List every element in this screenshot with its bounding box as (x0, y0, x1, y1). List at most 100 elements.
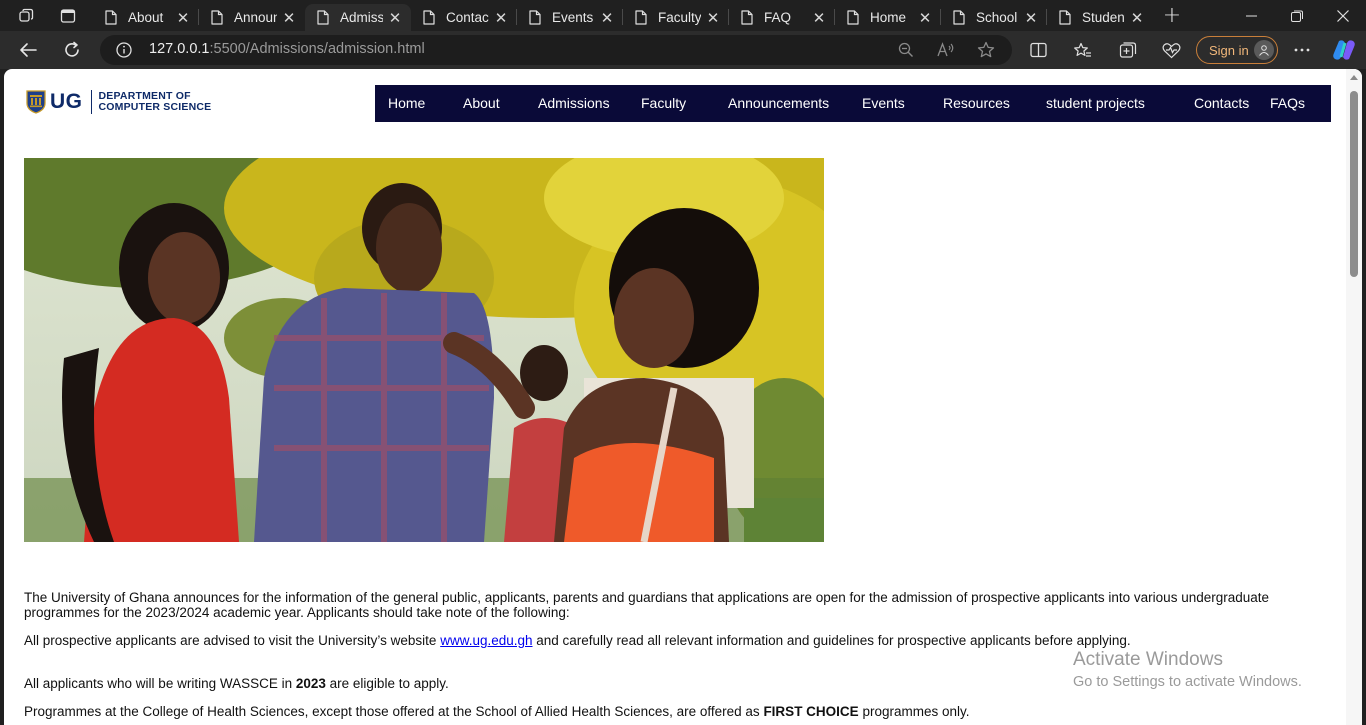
activate-windows-title: Activate Windows (1073, 649, 1223, 670)
tab-label: FAQ (764, 10, 792, 25)
page-icon (105, 10, 117, 25)
browser-tab[interactable]: Contact ✕ (411, 4, 517, 31)
page-icon (211, 10, 223, 25)
tab-separator (622, 9, 623, 25)
page-icon (1059, 10, 1071, 25)
nav-link-announcements[interactable]: Announcements (728, 95, 829, 111)
scroll-up-arrow-icon[interactable] (1350, 75, 1358, 80)
url-text[interactable]: 127.0.0.1:5500/Admissions/admission.html (149, 41, 425, 57)
nav-link-faqs[interactable]: FAQs (1270, 95, 1305, 111)
url-path: :5500/Admissions/admission.html (209, 41, 425, 57)
profile-avatar-icon (1254, 40, 1274, 60)
website-advice-paragraph: All prospective applicants are advised t… (24, 633, 1329, 648)
admission-intro-paragraph: The University of Ghana announces for th… (24, 590, 1270, 620)
sign-in-label: Sign in (1209, 42, 1249, 58)
hero-image-students (24, 158, 824, 542)
browser-tab[interactable]: Home ✕ (835, 4, 941, 31)
browser-tab[interactable]: Announ ✕ (199, 4, 305, 31)
website-advice-text-1: All prospective applicants are advised t… (24, 633, 441, 648)
first-choice-label: FIRST CHOICE (763, 704, 859, 719)
tab-label: School (976, 10, 1018, 25)
tab-separator (940, 9, 941, 25)
tab-label: Admissi (340, 10, 383, 25)
new-tab-button[interactable]: + (1157, 2, 1187, 29)
favorites-icon[interactable] (1068, 35, 1098, 65)
tab-separator (1046, 9, 1047, 25)
workspaces-icon[interactable] (9, 0, 43, 31)
refresh-button[interactable] (57, 35, 87, 65)
tab-label: Contact (446, 10, 489, 25)
zoom-out-icon[interactable] (898, 42, 914, 58)
tab-close-icon[interactable]: ✕ (1019, 9, 1043, 27)
wassce-text-2: are eligible to apply. (325, 676, 449, 691)
tab-label: Faculty (658, 10, 701, 25)
sign-in-button[interactable]: Sign in (1196, 36, 1278, 64)
tab-close-icon[interactable]: ✕ (383, 9, 407, 27)
page-icon (635, 10, 647, 25)
page-icon (529, 10, 541, 25)
tab-close-icon[interactable]: ✕ (277, 9, 301, 27)
tab-actions-icon[interactable] (51, 0, 85, 31)
tab-close-icon[interactable]: ✕ (701, 9, 725, 27)
nav-link-events[interactable]: Events (862, 95, 905, 111)
health-sciences-paragraph: Programmes at the College of Health Scie… (24, 704, 1329, 719)
tab-close-icon[interactable]: ✕ (1125, 9, 1149, 27)
browser-essentials-icon[interactable] (1156, 35, 1186, 65)
address-bar[interactable]: 127.0.0.1:5500/Admissions/admission.html (100, 35, 1012, 65)
browser-tab[interactable]: Faculty ✕ (623, 4, 729, 31)
browser-tab[interactable]: Student ✕ (1047, 4, 1153, 31)
site-info-icon[interactable] (116, 42, 132, 58)
ug-website-link[interactable]: www.ug.edu.gh (440, 633, 532, 648)
collections-icon[interactable] (1113, 35, 1143, 65)
page-icon (423, 10, 435, 25)
nav-link-contacts[interactable]: Contacts (1194, 95, 1249, 111)
read-aloud-icon[interactable] (937, 42, 955, 58)
restore-button[interactable] (1274, 0, 1320, 31)
nav-link-admissions[interactable]: Admissions (538, 95, 610, 111)
more-options-icon[interactable] (1287, 35, 1317, 65)
favorite-star-icon[interactable] (977, 41, 995, 59)
tab-close-icon[interactable]: ✕ (913, 9, 937, 27)
back-button[interactable] (13, 35, 43, 65)
url-host: 127.0.0.1 (149, 41, 210, 57)
page-scrollbar[interactable] (1346, 69, 1362, 725)
tab-close-icon[interactable]: ✕ (489, 9, 513, 27)
tab-separator (834, 9, 835, 25)
tab-close-icon[interactable]: ✕ (171, 9, 195, 27)
activate-windows-watermark: Activate Windows Go to Settings to activ… (1073, 649, 1302, 690)
tab-label: Announ (234, 10, 277, 25)
split-screen-icon[interactable] (1023, 35, 1053, 65)
page-icon (741, 10, 753, 25)
page-viewport: UG DEPARTMENT OF COMPUTER SCIENCE Home Ab… (4, 69, 1362, 725)
browser-toolbar: 127.0.0.1:5500/Admissions/admission.html… (0, 31, 1366, 69)
browser-tab[interactable]: About ✕ (93, 4, 199, 31)
tab-label: About (128, 10, 164, 25)
minimize-button[interactable] (1228, 0, 1274, 31)
scroll-thumb[interactable] (1350, 91, 1358, 277)
tab-separator (516, 9, 517, 25)
nav-link-student-projects[interactable]: student projects (1046, 95, 1145, 111)
tab-strip: About ✕ Announ ✕ Admissi ✕ Contact ✕ Events ✕ Facu… (0, 0, 1366, 31)
tab-separator (198, 9, 199, 25)
browser-tab[interactable]: Admissi ✕ (305, 4, 411, 31)
close-window-button[interactable] (1320, 0, 1366, 31)
nav-link-resources[interactable]: Resources (943, 95, 1010, 111)
health-sciences-text-2: programmes only. (858, 704, 970, 719)
nav-link-home[interactable]: Home (388, 95, 425, 111)
browser-tab[interactable]: FAQ ✕ (729, 4, 835, 31)
copilot-icon[interactable] (1329, 35, 1359, 65)
nav-link-faculty[interactable]: Faculty (641, 95, 686, 111)
tab-label: Events (552, 10, 594, 25)
tab-label: Student (1082, 10, 1125, 25)
tab-close-icon[interactable]: ✕ (807, 9, 831, 27)
logo-department-text: DEPARTMENT OF COMPUTER SCIENCE (99, 91, 212, 113)
browser-tab[interactable]: School ✕ (941, 4, 1047, 31)
logo-line-2: COMPUTER SCIENCE (98, 101, 212, 113)
browser-tab[interactable]: Events ✕ (517, 4, 623, 31)
nav-link-about[interactable]: About (463, 95, 500, 111)
main-navigation: Home About Admissions Faculty Announcements E… (375, 85, 1331, 122)
site-logo[interactable]: UG DEPARTMENT OF COMPUTER SCIENCE (26, 88, 211, 116)
page-icon (847, 10, 859, 25)
tab-label: Home (870, 10, 907, 25)
tab-close-icon[interactable]: ✕ (595, 9, 619, 27)
